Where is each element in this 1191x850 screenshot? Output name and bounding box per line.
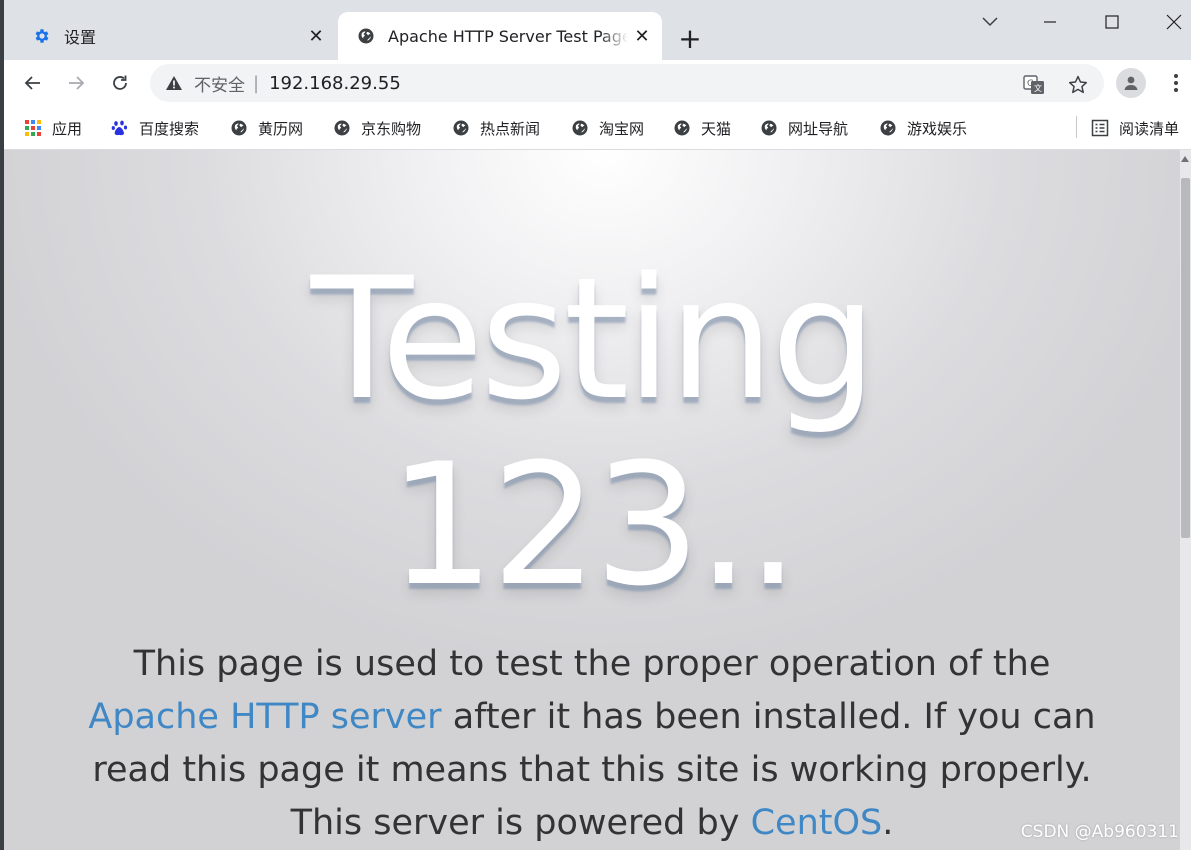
bookmark-news[interactable]: 热点新闻	[452, 116, 540, 140]
reading-list-icon	[1091, 119, 1109, 137]
reading-list-label: 阅读清单	[1119, 119, 1180, 138]
page-heading: Testing 123..	[4, 246, 1180, 618]
bookmark-label: 淘宝网	[599, 119, 645, 138]
bookmark-label: 黄历网	[258, 119, 304, 138]
apps-grid-icon	[24, 119, 42, 137]
tab-search-icon[interactable]	[970, 4, 1010, 40]
heading-line-testing: Testing	[310, 241, 878, 437]
watermark: CSDN @Ab960311	[1020, 822, 1179, 842]
globe-icon	[760, 119, 778, 137]
bookmark-label: 天猫	[701, 119, 732, 138]
bookmark-label: 游戏娱乐	[907, 119, 968, 138]
bookmark-navigation[interactable]: 网址导航	[760, 116, 848, 140]
bookmark-star-icon[interactable]	[1066, 73, 1090, 97]
heading-line-123: 123..	[388, 427, 799, 623]
bookmarks-bar: 应用 百度搜索 黄历网 京东购物 热点新闻 淘宝网 天猫 网址导航 游戏娱乐 阅…	[0, 106, 1191, 150]
lead-text-end: .	[882, 803, 894, 843]
reading-list-button[interactable]: 阅读清单	[1091, 116, 1179, 140]
bookmark-label: 百度搜索	[139, 119, 200, 138]
bookmark-games[interactable]: 游戏娱乐	[879, 116, 967, 140]
lead-text-start: This page is used to test the proper ope…	[133, 644, 1051, 684]
baidu-paw-icon	[111, 119, 129, 137]
lead-paragraph: This page is used to test the proper ope…	[64, 638, 1120, 850]
bookmark-huangli[interactable]: 黄历网	[230, 116, 303, 140]
warning-icon[interactable]	[164, 73, 184, 93]
tab-close-icon[interactable]: ✕	[302, 22, 330, 50]
forward-icon[interactable]	[59, 66, 93, 100]
tab-apache-test-page[interactable]: Apache HTTP Server Test Page ✕	[338, 12, 662, 60]
security-label[interactable]: 不安全	[194, 71, 245, 96]
globe-icon	[673, 119, 691, 137]
bookmark-tmall[interactable]: 天猫	[673, 116, 731, 140]
apache-http-server-link[interactable]: Apache HTTP server	[88, 697, 441, 737]
address-separator: |	[253, 72, 260, 94]
gear-icon	[32, 26, 52, 46]
bookmark-label: 京东购物	[361, 119, 422, 138]
bookmark-label: 网址导航	[788, 119, 849, 138]
centos-link[interactable]: CentOS	[751, 803, 883, 843]
bookmark-apps[interactable]: 应用	[24, 116, 82, 140]
bookmarks-divider	[1076, 116, 1077, 138]
bookmark-label: 应用	[52, 119, 83, 138]
page-viewport: Testing 123.. This page is used to test …	[4, 150, 1191, 850]
globe-icon	[356, 26, 376, 46]
svg-text:文: 文	[1034, 83, 1042, 93]
globe-icon	[879, 119, 897, 137]
scrollbar[interactable]	[1180, 150, 1191, 850]
url-text[interactable]: 192.168.29.55	[269, 73, 401, 94]
bookmark-jd[interactable]: 京东购物	[333, 116, 421, 140]
tab-title: 设置	[64, 28, 97, 47]
scroll-up-icon[interactable]	[1181, 156, 1189, 162]
new-tab-button[interactable]: +	[672, 20, 708, 56]
profile-avatar-icon[interactable]	[1116, 68, 1146, 98]
globe-icon	[571, 119, 589, 137]
bookmark-label: 热点新闻	[480, 119, 541, 138]
minimize-icon[interactable]	[1030, 4, 1070, 40]
globe-icon	[452, 119, 470, 137]
tab-close-icon[interactable]: ✕	[628, 22, 656, 50]
address-bar[interactable]: 不安全 | 192.168.29.55 G文	[150, 64, 1104, 102]
bookmark-baidu[interactable]: 百度搜索	[111, 116, 199, 140]
browser-window: 设置 ✕ Apache HTTP Server Test Page ✕ + 不安…	[0, 0, 1191, 850]
globe-icon	[230, 119, 248, 137]
globe-icon	[333, 119, 351, 137]
back-icon[interactable]	[16, 66, 50, 100]
translate-icon[interactable]: G文	[1022, 73, 1046, 97]
reload-icon[interactable]	[103, 66, 137, 100]
close-window-icon[interactable]	[1154, 4, 1191, 40]
desktop-edge	[0, 0, 4, 850]
tab-title: Apache HTTP Server Test Page	[388, 26, 628, 46]
toolbar: 不安全 | 192.168.29.55 G文	[0, 60, 1191, 106]
tab-strip: 设置 ✕ Apache HTTP Server Test Page ✕ +	[0, 0, 1191, 60]
scrollbar-thumb[interactable]	[1181, 178, 1190, 538]
bookmark-taobao[interactable]: 淘宝网	[571, 116, 644, 140]
maximize-icon[interactable]	[1092, 4, 1132, 40]
kebab-menu-icon[interactable]	[1164, 68, 1188, 98]
tab-settings[interactable]: 设置 ✕	[4, 12, 336, 60]
